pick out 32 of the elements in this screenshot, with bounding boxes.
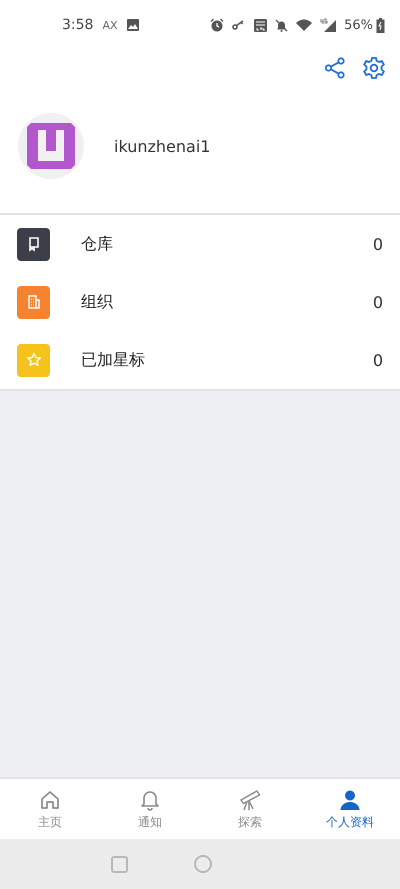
telescope-icon <box>238 788 262 812</box>
tab[interactable]: 通知 <box>100 779 200 839</box>
menu-label: 已加星标 <box>81 350 146 370</box>
battery-percent: 56% <box>344 18 373 32</box>
key-icon <box>232 20 246 30</box>
menu-count: 0 <box>372 350 383 370</box>
tab[interactable]: 探索 <box>200 779 300 839</box>
image-icon <box>126 19 139 31</box>
menu-label: 仓库 <box>81 234 114 254</box>
tab[interactable]: 主页 <box>0 779 100 839</box>
person-icon <box>338 788 362 812</box>
battery-icon <box>376 18 385 32</box>
menu-label: 组织 <box>81 292 114 312</box>
share-button[interactable] <box>324 57 346 79</box>
status-carrier: AX <box>102 18 118 32</box>
alarm-icon <box>210 18 224 32</box>
volte-icon <box>254 18 268 32</box>
avatar-icon <box>18 113 84 179</box>
menu-count: 0 <box>372 234 383 254</box>
wifi-icon <box>296 19 312 31</box>
settings-icon <box>362 56 386 80</box>
bell-muted-icon <box>275 18 288 32</box>
tab[interactable]: 个人资料 <box>300 779 400 839</box>
menu-item[interactable]: 仓库 0 <box>0 215 400 273</box>
status-time: 3:58 <box>62 17 94 33</box>
cell-signal-icon <box>320 18 336 32</box>
menu-item[interactable]: 组织 0 <box>0 273 400 331</box>
username: ikunzhenai1 <box>114 137 210 156</box>
settings-button[interactable] <box>362 56 386 80</box>
menu-item[interactable]: 已加星标 0 <box>0 331 400 389</box>
share-icon <box>324 57 346 79</box>
menu-count: 0 <box>372 292 383 312</box>
